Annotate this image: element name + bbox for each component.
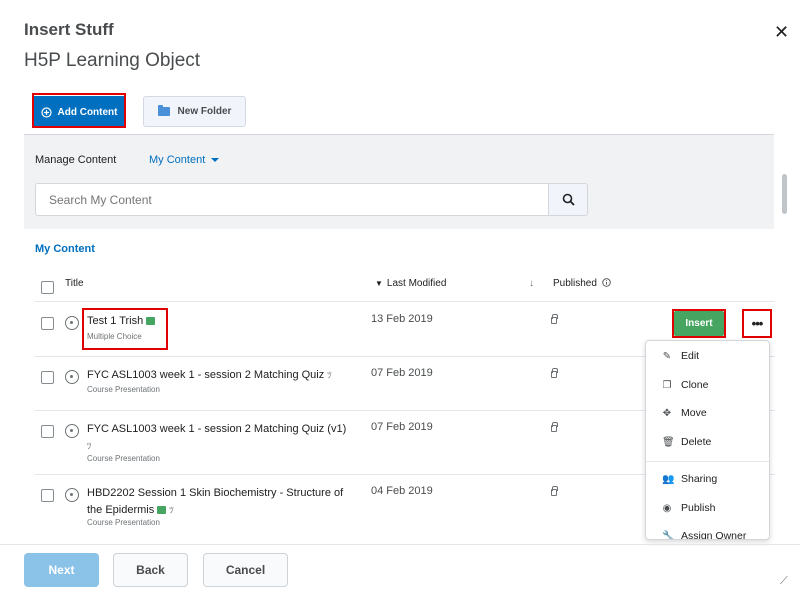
new-folder-button[interactable]: New Folder	[143, 96, 246, 127]
collaborators-icon: ﾂ	[327, 370, 332, 380]
menu-item-delete[interactable]: 🗑 Delete	[646, 428, 769, 456]
h5p-content-icon	[65, 370, 79, 384]
row-title-text: FYC ASL1003 week 1 - session 2 Matching …	[87, 423, 347, 435]
resize-handle-icon[interactable]: ⟋	[780, 575, 788, 588]
menu-item-label: Assign Owner	[681, 530, 747, 540]
row-title[interactable]: FYC ASL1003 week 1 - session 2 Matching …	[87, 367, 357, 384]
dialog-title: Insert Stuff	[24, 20, 114, 39]
row-checkbox[interactable]	[41, 317, 54, 330]
folder-icon	[157, 105, 170, 116]
menu-item-label: Move	[681, 407, 707, 419]
row-checkbox[interactable]	[41, 425, 54, 438]
scrollbar[interactable]	[782, 134, 788, 544]
row-checkbox[interactable]	[41, 489, 54, 502]
info-icon	[601, 278, 611, 287]
collaborators-icon: ﾂ	[87, 441, 92, 451]
highlight-box-add-content	[32, 93, 126, 128]
content-scope-dropdown[interactable]: My Content	[149, 154, 219, 166]
table-header: Title ▼ Last Modified ↓ Published	[35, 270, 775, 302]
menu-item-sharing[interactable]: 👥 Sharing	[646, 465, 769, 493]
row-date: 13 Feb 2019	[371, 313, 433, 325]
menu-item-label: Sharing	[681, 473, 718, 485]
header-published[interactable]: Published	[553, 278, 611, 289]
row-type: Course Presentation	[87, 518, 160, 527]
search-button[interactable]	[548, 183, 588, 216]
row-title[interactable]: FYC ASL1003 week 1 - session 2 Matching …	[87, 421, 357, 455]
header-last-modified-label: Last Modified	[386, 278, 447, 289]
move-icon: ✥	[662, 407, 672, 419]
highlight-box-more	[742, 309, 772, 338]
next-button[interactable]: Next	[24, 553, 99, 587]
new-folder-label: New Folder	[177, 106, 232, 117]
wrench-icon: 🔧	[662, 530, 675, 540]
dialog-footer: Next Back Cancel ⟋	[0, 544, 800, 592]
manage-content-label: Manage Content	[35, 154, 117, 166]
pencil-icon: ✎	[662, 350, 672, 362]
header-title[interactable]: Title	[65, 278, 84, 289]
row-title-text: FYC ASL1003 week 1 - session 2 Matching …	[87, 369, 325, 381]
sort-down-icon: ▼	[375, 279, 383, 288]
dialog-subtitle: H5P Learning Object	[24, 50, 201, 71]
menu-item-edit[interactable]: ✎ Edit	[646, 342, 769, 370]
clone-icon: ❐	[662, 379, 672, 391]
h5p-content-icon	[65, 424, 79, 438]
menu-item-label: Edit	[681, 350, 700, 362]
lock-icon	[551, 486, 558, 496]
row-type: Course Presentation	[87, 385, 160, 394]
search-icon	[562, 193, 575, 206]
row-title[interactable]: HBD2202 Session 1 Skin Biochemistry - St…	[87, 485, 357, 519]
select-all-checkbox[interactable]	[41, 281, 54, 294]
close-icon[interactable]: ✕	[774, 22, 789, 43]
cancel-button[interactable]: Cancel	[203, 553, 288, 587]
lock-icon	[551, 368, 558, 378]
section-title: My Content	[35, 243, 95, 255]
actions-menu: ✎ Edit ❐ Clone ✥ Move 🗑 Delete 👥 Sharing ◉ Pub…	[645, 340, 770, 540]
lock-icon	[551, 422, 558, 432]
toolbar: Add Content New Folder	[24, 94, 774, 134]
header-last-modified[interactable]: ▼ Last Modified	[375, 278, 446, 289]
header-published-label: Published	[553, 278, 597, 289]
row-title-text: HBD2202 Session 1 Skin Biochemistry - St…	[87, 487, 344, 516]
scroll-thumb[interactable]	[782, 174, 787, 214]
back-button[interactable]: Back	[113, 553, 188, 587]
lock-icon	[551, 314, 558, 324]
sharing-icon: 👥	[662, 473, 675, 485]
trash-icon: 🗑	[662, 436, 675, 448]
row-checkbox[interactable]	[41, 371, 54, 384]
menu-item-publish[interactable]: ◉ Publish	[646, 494, 769, 522]
shared-badge-icon	[157, 506, 167, 515]
row-date: 07 Feb 2019	[371, 421, 433, 433]
highlight-box-insert	[672, 309, 726, 338]
search-input[interactable]	[35, 183, 549, 216]
menu-item-move[interactable]: ✥ Move	[646, 399, 769, 427]
h5p-content-icon	[65, 488, 79, 502]
eye-icon: ◉	[662, 502, 672, 514]
sort-arrow-icon[interactable]: ↓	[529, 278, 534, 289]
highlight-box-row-title	[82, 308, 168, 350]
collaborators-icon: ﾂ	[169, 505, 174, 515]
menu-item-label: Delete	[681, 436, 712, 448]
manage-panel: Manage Content My Content	[24, 134, 774, 229]
row-date: 07 Feb 2019	[371, 367, 433, 379]
menu-item-label: Clone	[681, 379, 709, 391]
menu-item-assign-owner[interactable]: 🔧 Assign Owner	[646, 522, 769, 540]
menu-divider	[646, 461, 769, 462]
menu-item-label: Publish	[681, 502, 716, 514]
h5p-content-icon	[65, 316, 79, 330]
row-type: Course Presentation	[87, 454, 160, 463]
menu-item-clone[interactable]: ❐ Clone	[646, 371, 769, 399]
row-date: 04 Feb 2019	[371, 485, 433, 497]
